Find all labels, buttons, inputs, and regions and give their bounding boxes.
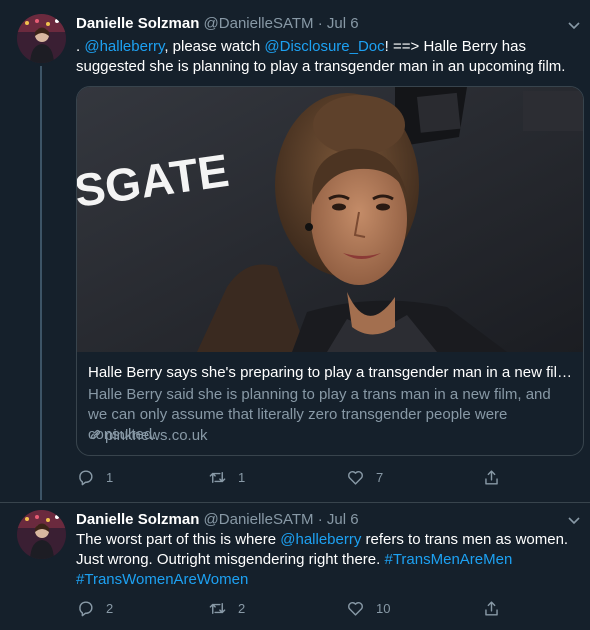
retweet-icon: [209, 471, 226, 483]
user-handle[interactable]: @DanielleSATM: [204, 511, 314, 528]
reply-button[interactable]: 2: [76, 598, 113, 618]
card-domain-text: pinknews.co.uk: [105, 427, 208, 444]
mention-link[interactable]: @halleberry: [84, 38, 164, 55]
reply-icon: [79, 469, 93, 485]
share-button[interactable]: [482, 467, 501, 487]
retweet-icon: [209, 602, 226, 614]
separator: ·: [317, 511, 323, 528]
text-segment: The worst part of this is where: [76, 531, 281, 548]
retweet-count: 1: [238, 469, 246, 485]
reply-count: 2: [106, 600, 114, 616]
hashtag-link[interactable]: #TransWomenAreWomen: [76, 571, 248, 588]
like-count: 10: [376, 600, 391, 616]
like-count: 7: [376, 469, 384, 485]
tweet-date[interactable]: Jul 6: [327, 15, 359, 32]
reply-icon: [79, 600, 93, 616]
tweet-header: Danielle Solzman @DanielleSATM · Jul 6: [76, 510, 359, 530]
like-icon: [348, 470, 363, 485]
avatar[interactable]: [17, 14, 66, 63]
display-name[interactable]: Danielle Solzman: [76, 511, 199, 528]
chevron-down-icon[interactable]: [566, 512, 582, 528]
tweet-actions: 2 2 10: [76, 598, 506, 618]
retweet-button[interactable]: 2: [208, 598, 245, 618]
like-button[interactable]: 7: [346, 467, 383, 487]
link-card[interactable]: SGATE Halle Berry says she's preparing t…: [76, 86, 584, 456]
card-domain: pinknews.co.uk: [88, 426, 208, 446]
tweet-header: Danielle Solzman @DanielleSATM · Jul 6: [76, 14, 359, 34]
tweet[interactable]: Danielle Solzman @DanielleSATM · Jul 6 .…: [0, 0, 590, 503]
user-handle[interactable]: @DanielleSATM: [204, 15, 314, 32]
retweet-count: 2: [238, 600, 246, 616]
mention-link[interactable]: @Disclosure_Doc: [264, 38, 384, 55]
text-segment: , please watch: [164, 38, 265, 55]
tweet-text: The worst part of this is where @hallebe…: [76, 530, 576, 590]
like-icon: [348, 601, 363, 616]
retweet-button[interactable]: 1: [208, 467, 245, 487]
hashtag-link[interactable]: #TransMenAreMen: [384, 551, 512, 568]
tweet-text: . @halleberry, please watch @Disclosure_…: [76, 37, 576, 77]
link-icon: [90, 429, 101, 440]
card-title[interactable]: Halle Berry says she's preparing to play…: [88, 363, 574, 383]
share-icon: [485, 600, 498, 616]
mention-link[interactable]: @halleberry: [280, 531, 361, 548]
reply-button[interactable]: 1: [76, 467, 113, 487]
tweet-actions: 1 1 7: [76, 467, 506, 487]
avatar[interactable]: [17, 510, 66, 559]
thread-line: [40, 66, 42, 500]
share-icon: [485, 469, 498, 485]
card-image: SGATE: [77, 87, 583, 352]
tweet-date[interactable]: Jul 6: [327, 511, 359, 528]
tweet[interactable]: Danielle Solzman @DanielleSATM · Jul 6 T…: [0, 503, 590, 630]
chevron-down-icon[interactable]: [566, 17, 582, 33]
display-name[interactable]: Danielle Solzman: [76, 15, 199, 32]
reply-count: 1: [106, 469, 114, 485]
separator: ·: [317, 15, 323, 32]
like-button[interactable]: 10: [346, 598, 390, 618]
share-button[interactable]: [482, 598, 501, 618]
